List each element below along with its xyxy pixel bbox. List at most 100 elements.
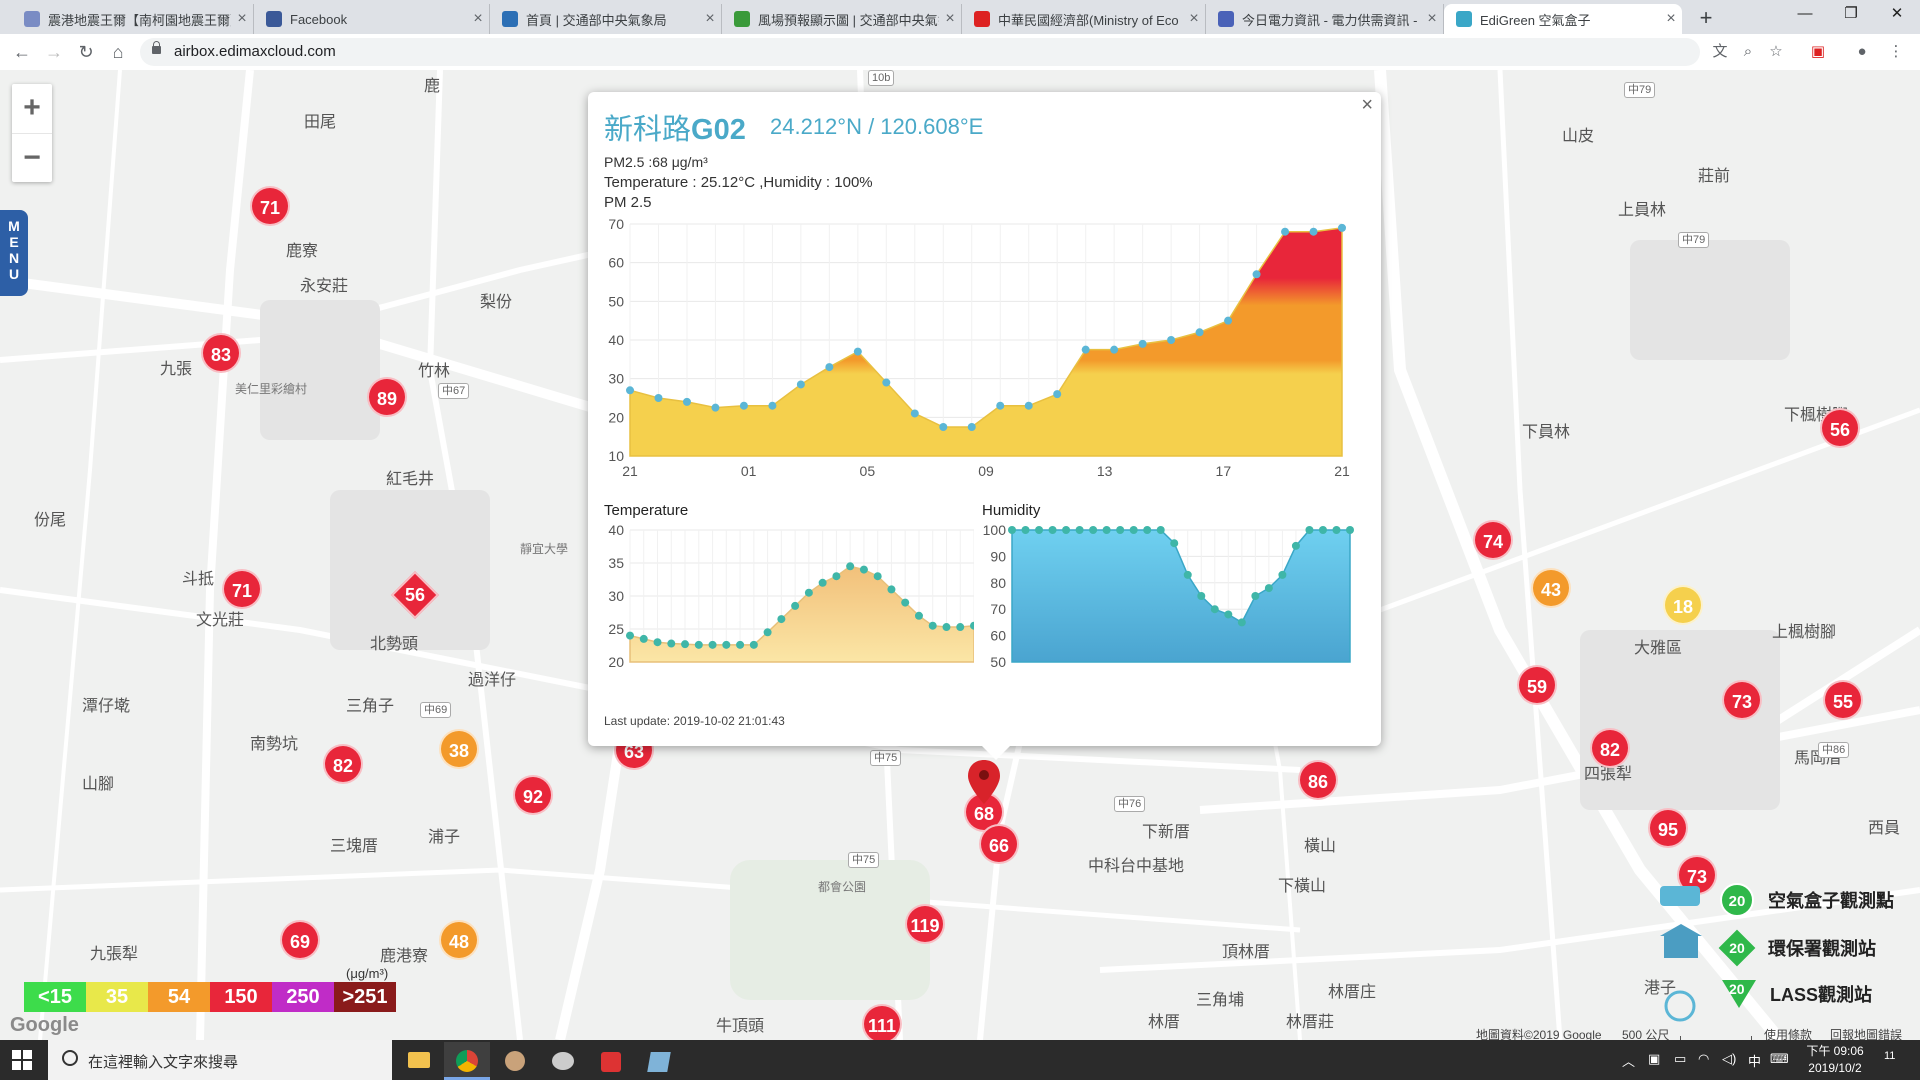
data-point[interactable] — [681, 640, 690, 649]
data-point[interactable] — [818, 578, 827, 587]
data-point[interactable] — [777, 615, 786, 624]
data-point[interactable] — [1089, 526, 1098, 534]
app-taskbar-icon[interactable] — [492, 1042, 538, 1080]
airbox-station-marker[interactable]: 43 — [1531, 568, 1571, 608]
app-taskbar-icon[interactable] — [636, 1042, 682, 1080]
back-icon[interactable]: ← — [8, 38, 36, 66]
zoom-icon[interactable]: ⌕ — [1738, 42, 1758, 62]
data-point[interactable] — [1183, 570, 1192, 579]
data-point[interactable] — [1062, 526, 1071, 534]
data-point[interactable] — [682, 397, 691, 406]
data-point[interactable] — [1305, 526, 1314, 534]
data-point[interactable] — [1008, 526, 1016, 534]
browser-tab[interactable]: 風場預報顯示圖 | 交通部中央氣象 × — [722, 4, 962, 34]
data-point[interactable] — [1237, 618, 1246, 627]
browser-tab[interactable]: 今日電力資訊 - 電力供需資訊 - 台 × — [1206, 4, 1444, 34]
data-point[interactable] — [736, 640, 745, 649]
data-point[interactable] — [1332, 526, 1341, 534]
data-point[interactable] — [1252, 270, 1261, 279]
airbox-station-marker[interactable]: 71 — [222, 569, 262, 609]
tab-close-icon[interactable]: × — [467, 10, 489, 28]
data-point[interactable] — [1346, 526, 1354, 534]
report-map-error-link[interactable]: 回報地圖錯誤 — [1830, 1026, 1902, 1040]
data-point[interactable] — [1197, 592, 1206, 600]
translate-icon[interactable]: 文 — [1710, 42, 1730, 62]
data-point[interactable] — [1291, 541, 1300, 550]
data-point[interactable] — [1053, 390, 1062, 399]
data-point[interactable] — [1048, 526, 1057, 534]
data-point[interactable] — [653, 638, 662, 647]
data-point[interactable] — [1021, 526, 1030, 534]
tab-close-icon[interactable]: × — [231, 10, 253, 28]
data-point[interactable] — [1167, 336, 1176, 344]
airbox-station-marker[interactable]: 38 — [439, 729, 479, 769]
data-point[interactable] — [626, 631, 634, 640]
airbox-station-marker[interactable]: 69 — [280, 920, 320, 960]
input-mode-icon[interactable]: ⌨ — [1770, 1051, 1789, 1067]
browser-tab[interactable]: 中華民國經濟部(Ministry of Eco × — [962, 4, 1206, 34]
tab-close-icon[interactable]: × — [1183, 10, 1205, 28]
data-point[interactable] — [1210, 605, 1219, 614]
data-point[interactable] — [873, 572, 882, 581]
data-point[interactable] — [711, 403, 720, 412]
data-point[interactable] — [739, 401, 748, 410]
profile-icon[interactable]: ● — [1852, 42, 1872, 62]
airbox-station-marker[interactable]: 71 — [250, 186, 290, 226]
bookmark-star-icon[interactable]: ☆ — [1766, 42, 1786, 62]
data-point[interactable] — [939, 423, 948, 431]
airbox-station-marker[interactable]: 86 — [1298, 760, 1338, 800]
tab-close-icon[interactable]: × — [939, 10, 961, 28]
browser-tab[interactable]: 首頁 | 交通部中央氣象局 × — [490, 4, 722, 34]
airbox-station-marker[interactable]: 59 — [1517, 665, 1557, 705]
data-point[interactable] — [914, 611, 923, 620]
data-point[interactable] — [1338, 223, 1346, 232]
data-point[interactable] — [654, 394, 663, 402]
tab-close-icon[interactable]: × — [1660, 10, 1682, 28]
app-taskbar-icon[interactable] — [588, 1042, 634, 1080]
address-bar[interactable]: airbox.edimaxcloud.com — [140, 38, 1700, 66]
airbox-station-marker[interactable]: 89 — [367, 377, 407, 417]
browser-tab[interactable]: EdiGreen 空氣盒子 × — [1444, 4, 1682, 34]
data-point[interactable] — [853, 347, 862, 356]
data-point[interactable] — [722, 640, 731, 649]
data-point[interactable] — [928, 621, 937, 630]
airbox-station-marker[interactable]: 74 — [1473, 520, 1513, 560]
taskbar-search[interactable]: 在這裡輸入文字來搜尋 — [48, 1040, 392, 1080]
data-point[interactable] — [1110, 345, 1119, 354]
data-point[interactable] — [1251, 592, 1260, 600]
data-point[interactable] — [1116, 526, 1125, 534]
popup-close-button[interactable]: × — [1361, 94, 1373, 117]
data-point[interactable] — [796, 380, 805, 389]
volume-tray-icon[interactable]: ◁) — [1722, 1051, 1736, 1067]
airbox-station-marker[interactable]: 73 — [1722, 680, 1762, 720]
data-point[interactable] — [942, 623, 951, 632]
data-point[interactable] — [1318, 526, 1327, 534]
notification-count[interactable]: 11 — [1884, 1050, 1895, 1062]
data-point[interactable] — [1035, 526, 1044, 534]
airbox-station-marker[interactable]: 111 — [862, 1004, 902, 1040]
map-area[interactable]: 鹿寮 永安莊 田尾 九張 竹林 美仁里彩繪村 紅毛井 份尾 斗抵 文光莊 北勢頭 過洋仔 潭仔墘 三角子南… — [0, 70, 1920, 1040]
system-clock[interactable]: 下午 09:06 2019/10/2 — [1790, 1043, 1880, 1077]
data-point[interactable] — [804, 588, 813, 597]
data-point[interactable] — [967, 423, 976, 431]
airbox-station-marker[interactable]: 92 — [513, 775, 553, 815]
airbox-station-marker[interactable]: 48 — [439, 920, 479, 960]
new-tab-button[interactable]: + — [1692, 5, 1720, 33]
tab-close-icon[interactable]: × — [1421, 10, 1443, 28]
data-point[interactable] — [1075, 526, 1084, 534]
data-point[interactable] — [846, 562, 855, 571]
airbox-station-marker[interactable]: 83 — [201, 333, 241, 373]
data-point[interactable] — [887, 585, 896, 594]
reload-icon[interactable]: ↻ — [72, 38, 100, 66]
airbox-station-marker[interactable]: 82 — [1590, 728, 1630, 768]
extension-icon[interactable]: ▣ — [1808, 42, 1828, 62]
zoom-out-button[interactable]: − — [12, 134, 52, 183]
airbox-station-marker[interactable]: 82 — [323, 744, 363, 784]
tray-chevron-icon[interactable]: ︿ — [1622, 1051, 1635, 1070]
data-point[interactable] — [1170, 539, 1179, 548]
forward-icon[interactable]: → — [40, 38, 68, 66]
airbox-station-marker[interactable]: 56 — [1820, 408, 1860, 448]
airbox-station-marker[interactable]: 66 — [979, 824, 1019, 864]
chrome-taskbar-icon[interactable] — [444, 1042, 490, 1080]
data-point[interactable] — [1138, 339, 1147, 348]
